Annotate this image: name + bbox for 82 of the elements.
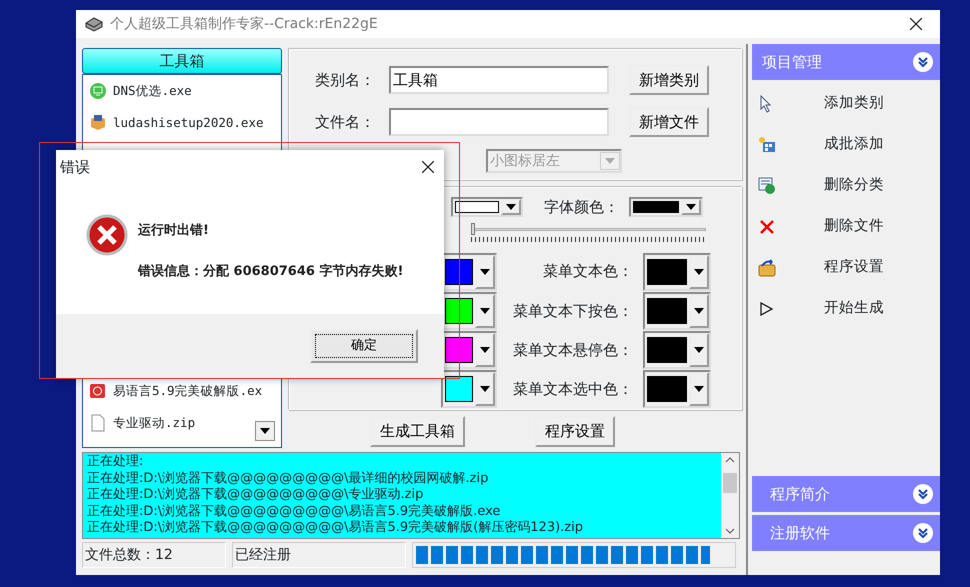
error-heading: 运行时出错! [138, 222, 210, 240]
app-icon [89, 382, 107, 400]
caret-icon [480, 308, 490, 314]
color-picker[interactable] [441, 292, 497, 330]
delete-icon [758, 218, 776, 236]
color-picker[interactable] [643, 292, 711, 330]
section-title: 程序简介 [770, 484, 830, 505]
add-file-button[interactable]: 新增文件 [629, 106, 709, 138]
status-text: 已经注册 [232, 542, 406, 568]
color-label: 菜单文本悬停色： [512, 340, 634, 361]
chevron-icon [912, 51, 934, 73]
color-picker[interactable] [643, 252, 711, 291]
status-text: 文件总数：12 [82, 542, 226, 568]
caret-icon [694, 386, 704, 392]
section-title: 项目管理 [762, 52, 822, 73]
dropdown-button[interactable] [255, 421, 275, 441]
windows-icon [758, 136, 776, 154]
play-icon [758, 300, 776, 318]
file-name-field[interactable] [389, 108, 609, 136]
log-line: 正在处理:D:\浏览器下载@@@@@@@@@\最详细的校园网破解.zip [87, 470, 490, 487]
document-icon [89, 414, 107, 432]
log-line: 正在处理:D:\浏览器下载@@@@@@@@@\易语言5.9完美破解版.exe [87, 504, 502, 520]
caret-icon [605, 158, 615, 164]
list-item[interactable]: 专业驱动.zip [83, 407, 281, 439]
error-message: 错误信息：分配 606807646 字节内存失败! [138, 262, 404, 280]
color-label: 菜单文本下按色： [512, 300, 634, 322]
caret-icon [694, 347, 704, 354]
section-title: 注册软件 [770, 522, 830, 544]
color-picker[interactable] [441, 370, 497, 408]
caret-icon [480, 268, 490, 275]
action-button[interactable]: 生成工具箱 [370, 416, 465, 446]
caret-icon [480, 347, 490, 354]
file-name: DNS优选.exe [113, 82, 192, 100]
file-name: 专业驱动.zip [113, 414, 196, 432]
caret-icon [260, 428, 270, 434]
color-picker[interactable] [643, 331, 711, 370]
sidebar-item[interactable]: 开始生成 [752, 288, 940, 330]
category-name-field[interactable]: 工具箱 [389, 66, 609, 94]
color-label: 菜单文本选中色： [512, 379, 634, 400]
window-title: 个人超级工具箱制作专家--Crack:rEn22gE [110, 14, 378, 34]
caret-icon [506, 204, 516, 210]
document-globe-icon [758, 177, 776, 195]
package-icon [89, 114, 107, 132]
ok-button[interactable]: 确定 [310, 329, 418, 363]
sidebar-item[interactable]: 删除分类 [752, 166, 940, 206]
folder-icon [758, 259, 776, 277]
caret-icon [694, 268, 704, 275]
list-header[interactable]: 工具箱 [82, 48, 282, 74]
field-label: 文件名： [315, 112, 376, 133]
log-line: 正在处理: [87, 454, 144, 470]
list-item[interactable]: 易语言5.9完美破解版.ex [83, 375, 281, 407]
app-icon [89, 82, 107, 100]
error-icon [86, 214, 128, 256]
color-picker[interactable] [451, 196, 523, 217]
chevron-icon [912, 522, 934, 544]
caret-icon [686, 204, 696, 210]
chevron-icon [912, 483, 934, 505]
caret-icon [480, 386, 490, 392]
dialog-title: 错误 [60, 156, 90, 178]
file-name: 易语言5.9完美破解版.ex [113, 382, 262, 400]
color-picker[interactable] [441, 331, 497, 370]
color-picker[interactable] [643, 370, 711, 408]
add-category-button[interactable]: 新增类别 [629, 64, 709, 96]
log-line: 正在处理:D:\浏览器下载@@@@@@@@@\易语言5.9完美破解版(解压密码123).zip [87, 520, 584, 536]
toolbox-icon [84, 16, 104, 32]
sidebar-item[interactable]: 程序设置 [752, 248, 940, 288]
color-label: 菜单文本色： [542, 261, 634, 282]
slider[interactable] [471, 222, 706, 244]
color-label: 字体颜色： [543, 196, 620, 218]
sidebar-item[interactable]: 添加类别 [752, 84, 940, 124]
list-item[interactable]: DNS优选.exe [83, 75, 281, 107]
log-line: 正在处理:D:\浏览器下载@@@@@@@@@\专业驱动.zip [87, 487, 424, 504]
field-label: 类别名： [315, 70, 376, 91]
sidebar-item[interactable]: 删除文件 [752, 206, 940, 248]
sidebar-item[interactable]: 成批添加 [752, 124, 940, 166]
slider-thumb[interactable] [471, 222, 475, 235]
file-name: ludashisetup2020.exe [113, 114, 264, 132]
caret-icon [694, 308, 704, 314]
color-picker[interactable] [629, 196, 703, 217]
color-picker[interactable] [441, 252, 497, 291]
list-item[interactable]: ludashisetup2020.exe [83, 107, 281, 139]
action-button[interactable]: 程序设置 [535, 416, 615, 446]
